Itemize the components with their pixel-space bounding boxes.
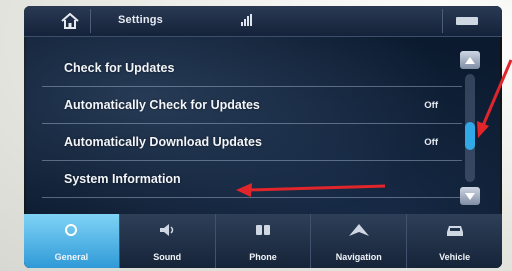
header-divider [442, 9, 443, 33]
home-icon [61, 13, 79, 29]
scrollbar-thumb[interactable] [465, 122, 475, 150]
tab-navigation[interactable]: Navigation [310, 214, 406, 268]
bottom-nav: General Sound Phone Navigation Vehicle [24, 214, 502, 268]
list-item-auto-download-updates[interactable]: Automatically Download Updates Off [42, 124, 462, 161]
scrollbar-track[interactable] [465, 74, 475, 182]
tab-label: Vehicle [439, 252, 471, 262]
toggle-value: Off [424, 136, 438, 148]
list-item-system-information[interactable]: System Information [42, 161, 462, 198]
list-item-auto-check-updates[interactable]: Automatically Check for Updates Off [42, 87, 462, 124]
map-icon [348, 224, 369, 236]
tab-label: General [54, 252, 89, 262]
battery-icon [456, 17, 478, 25]
list-item-label: Automatically Download Updates [64, 135, 262, 149]
signal-icon [241, 14, 252, 26]
speaker-icon [160, 224, 174, 236]
chevron-up-icon [465, 56, 475, 64]
home-button[interactable] [50, 9, 91, 33]
tab-sound[interactable]: Sound [118, 214, 215, 268]
tab-general[interactable]: General [24, 214, 119, 268]
list-item-label: Automatically Check for Updates [64, 98, 260, 112]
toggle-value: Off [424, 99, 438, 111]
tab-label: Sound [153, 252, 182, 262]
page-title: Settings [118, 14, 163, 26]
phone-icon [255, 225, 270, 235]
gear-icon [65, 224, 78, 236]
list-item-label: Check for Updates [64, 61, 175, 75]
list-item-check-for-updates[interactable]: Check for Updates [42, 50, 462, 87]
car-icon [446, 226, 463, 236]
scroll-down-button[interactable] [460, 187, 480, 205]
scroll-up-button[interactable] [460, 51, 480, 69]
tab-phone[interactable]: Phone [214, 214, 311, 268]
tab-vehicle[interactable]: Vehicle [406, 214, 502, 268]
settings-list: Check for Updates Automatically Check fo… [42, 50, 462, 198]
header-bar: Settings [24, 6, 502, 37]
chevron-down-icon [465, 192, 475, 200]
tab-label: Navigation [335, 252, 382, 262]
tab-label: Phone [249, 252, 277, 262]
list-item-label: System Information [64, 172, 181, 186]
head-unit-screen: Settings Check for Updates Automatically… [24, 6, 502, 268]
